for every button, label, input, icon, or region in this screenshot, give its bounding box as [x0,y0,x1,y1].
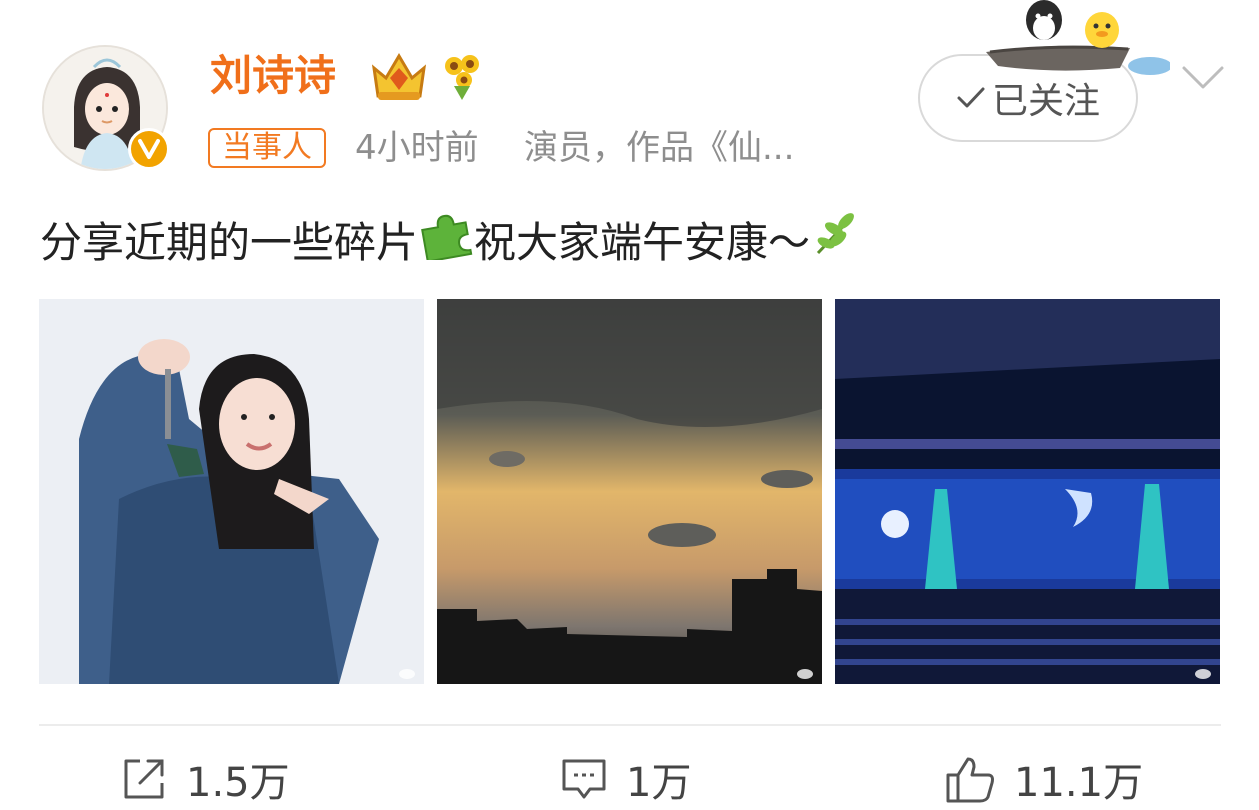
post-text-part2: 祝大家端午安康～ [474,218,811,267]
weibo-watermark-icon [399,669,415,679]
comment-count: 1万 [626,760,692,806]
concert-stage-photo [835,299,1220,684]
comment-icon [562,759,606,799]
like-count: 11.1万 [1014,760,1144,806]
share-count: 1.5万 [186,760,290,806]
post-text: 分享近期的一些碎片 祝大家端午安康～ [40,208,860,278]
thumbs-up-icon [946,757,994,803]
share-button[interactable]: 1.5万 [120,748,290,810]
party-tag-badge: 当事人 [208,128,326,168]
crown-badge-icon[interactable] [368,48,430,104]
sunflower-bouquet-icon[interactable] [440,52,484,102]
weibo-watermark-icon [797,669,813,679]
divider [39,724,1221,726]
like-button[interactable]: 11.1万 [944,748,1143,810]
boat-decoration-icon [980,0,1172,90]
post-image-portrait[interactable] [39,299,424,684]
post-image-sky[interactable] [437,299,822,684]
leaf-branch-icon [810,209,860,277]
portrait-photo [39,299,424,684]
post-image-concert[interactable] [835,299,1220,684]
weibo-watermark-icon [1195,669,1211,679]
verified-icon [128,128,170,170]
comment-button[interactable]: 1万 [560,748,691,810]
user-description: 演员，作品《仙... [524,128,795,168]
username[interactable]: 刘诗诗 [210,48,336,104]
share-icon [124,759,164,799]
puzzle-icon [418,208,474,278]
chevron-down-icon[interactable] [1178,60,1228,96]
post-time: 4小时前 [355,128,479,168]
sunset-sky-photo [437,299,822,684]
post-text-part1: 分享近期的一些碎片 [40,218,419,267]
